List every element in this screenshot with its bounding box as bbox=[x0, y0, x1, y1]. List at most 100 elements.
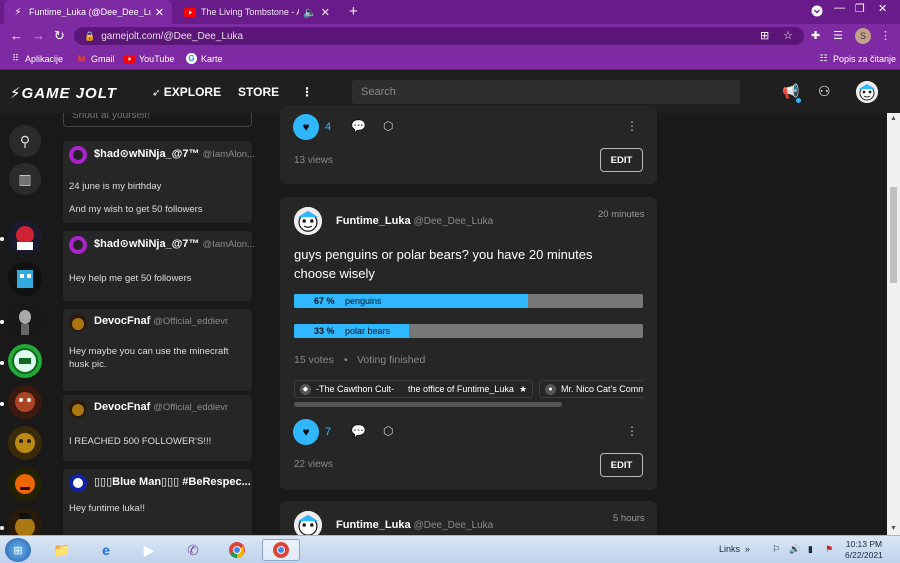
explore-icon: ➶ bbox=[152, 88, 161, 99]
heart-icon: ♥ bbox=[302, 425, 310, 439]
poll-option: 67 % penguins bbox=[294, 294, 643, 308]
bookshelf-icon[interactable]: ▥ bbox=[9, 163, 41, 195]
community-chip[interactable]: ● Mr. Nico Cat's Commu bbox=[539, 380, 643, 398]
back-icon[interactable]: ← bbox=[10, 28, 23, 43]
like-button[interactable]: ♥ bbox=[293, 419, 319, 445]
viber-icon[interactable]: ✆ bbox=[175, 539, 211, 561]
bookmark-star-icon[interactable]: ☆ bbox=[783, 29, 793, 42]
shout-input[interactable]: Shout at yourself! bbox=[63, 113, 252, 127]
volume-icon[interactable]: 🔊 bbox=[789, 544, 800, 555]
scroll-up-icon[interactable]: ▲ bbox=[890, 115, 897, 122]
shout-author[interactable]: DevocFnaf @Official_eddievr bbox=[94, 315, 228, 327]
address-bar[interactable]: 🔒 gamejolt.com/@Dee_Dee_Luka bbox=[74, 27, 804, 45]
more-options-icon[interactable]: ⋮ bbox=[626, 119, 638, 133]
bookmark-gmail[interactable]: M Gmail bbox=[76, 53, 115, 64]
media-player-icon[interactable]: ▶ bbox=[131, 539, 167, 561]
action-center-icon[interactable]: ⚑ bbox=[825, 544, 833, 555]
more-menu-icon[interactable]: ⋮ bbox=[301, 85, 313, 99]
media-control-icon[interactable]: ☰ bbox=[833, 29, 843, 42]
like-button[interactable]: ♥ bbox=[293, 114, 319, 140]
more-options-icon[interactable]: ⋮ bbox=[626, 424, 638, 438]
shout-author[interactable]: ▯▯▯Blue Man▯▯▯ #BeRespec... bbox=[94, 475, 251, 488]
tab-youtube[interactable]: The Living Tombstone - Ani 🔈 ✕ bbox=[176, 0, 338, 24]
community-avatar[interactable] bbox=[8, 220, 42, 254]
avatar[interactable] bbox=[69, 236, 87, 254]
clock[interactable]: 10:13 PM 6/22/2021 bbox=[845, 539, 883, 561]
comment-icon[interactable]: 💬 bbox=[351, 424, 366, 438]
scrollbar-thumb[interactable] bbox=[890, 187, 897, 283]
new-tab-button[interactable]: + bbox=[349, 3, 358, 20]
apps-grid-icon: ⠿ bbox=[12, 53, 19, 63]
speaker-icon[interactable]: 🔈 bbox=[303, 6, 317, 19]
community-avatar[interactable] bbox=[8, 344, 42, 378]
extensions-icon[interactable]: ✚ bbox=[811, 29, 820, 42]
user-avatar[interactable] bbox=[856, 81, 878, 103]
post-time[interactable]: 20 minutes bbox=[598, 209, 644, 220]
internet-explorer-icon[interactable]: e bbox=[88, 539, 124, 561]
search-input[interactable]: Search bbox=[352, 80, 740, 104]
forward-icon[interactable]: → bbox=[32, 28, 45, 43]
unread-dot bbox=[0, 402, 4, 406]
gamejolt-logo[interactable]: ⚡GAME JOLT bbox=[10, 84, 117, 102]
friends-icon[interactable]: ⚇ bbox=[818, 83, 831, 100]
youtube-icon bbox=[124, 53, 135, 64]
tray-expand-icon[interactable]: » bbox=[745, 544, 750, 554]
translate-icon[interactable]: ⊞ bbox=[760, 29, 769, 42]
bookmark-karte[interactable]: G Karte bbox=[186, 53, 223, 64]
community-avatar[interactable] bbox=[8, 426, 42, 460]
community-avatar[interactable] bbox=[8, 467, 42, 501]
start-button[interactable]: ⊞ bbox=[5, 538, 31, 562]
reload-icon[interactable]: ↻ bbox=[54, 28, 65, 44]
explore-link[interactable]: ➶ EXPLORE bbox=[152, 85, 221, 99]
avatar[interactable] bbox=[69, 146, 87, 164]
address-toolbar: ← → ↻ 🔒 gamejolt.com/@Dee_Dee_Luka ⊞ ☆ ✚… bbox=[0, 24, 900, 48]
store-link[interactable]: STORE bbox=[238, 85, 279, 99]
avatar[interactable] bbox=[69, 400, 87, 418]
explorer-icon[interactable]: 📁 bbox=[44, 539, 80, 561]
community-avatar[interactable] bbox=[8, 303, 42, 337]
minimize-icon[interactable]: — bbox=[834, 2, 845, 14]
windows-taskbar: ⊞ 📁 e ▶ ✆ Links » ⚐ 🔊 ▮ ⚑ 10:13 PM 6/22/… bbox=[0, 535, 900, 563]
chrome-icon[interactable] bbox=[219, 539, 255, 561]
chrome-menu-icon[interactable]: ⋮ bbox=[880, 29, 891, 42]
post-author[interactable]: Funtime_Luka @Dee_Dee_Luka bbox=[336, 519, 493, 531]
restore-icon[interactable]: ❐ bbox=[855, 2, 865, 15]
scroll-down-icon[interactable]: ▼ bbox=[890, 525, 897, 532]
comment-icon[interactable]: 💬 bbox=[351, 119, 366, 133]
tab-gamejolt-profile[interactable]: ⚡ Funtime_Luka (@Dee_Dee_Luka) ✕ bbox=[4, 0, 172, 24]
network-icon[interactable]: ▮ bbox=[808, 544, 813, 555]
edit-button[interactable]: EDIT bbox=[600, 148, 643, 172]
shouts-panel: Shout at yourself! $had⊙wNiNja_@7™ @IamAl… bbox=[54, 113, 262, 535]
bookmark-apps[interactable]: ⠿ Aplikacije bbox=[10, 53, 63, 64]
shout-text: Hey maybe you can use the minecraft husk… bbox=[69, 346, 229, 370]
community-avatar[interactable] bbox=[8, 262, 42, 296]
tray-icon[interactable]: ⚐ bbox=[772, 544, 780, 555]
close-icon[interactable]: ✕ bbox=[155, 6, 164, 19]
shout-author[interactable]: $had⊙wNiNja_@7™ @IamAlon... bbox=[94, 147, 255, 160]
bookmark-youtube[interactable]: YouTube bbox=[124, 53, 174, 64]
sticker-icon[interactable]: ⬡ bbox=[383, 424, 393, 438]
links-toolbar[interactable]: Links bbox=[719, 544, 740, 554]
reading-list[interactable]: ☷ Popis za čitanje bbox=[818, 53, 896, 64]
vote-count: 15 votes bbox=[294, 354, 334, 366]
avatar[interactable] bbox=[69, 314, 87, 332]
tab-search-icon[interactable] bbox=[811, 5, 823, 20]
avatar[interactable] bbox=[69, 474, 87, 492]
edit-button[interactable]: EDIT bbox=[600, 453, 643, 477]
close-icon[interactable]: ✕ bbox=[321, 6, 330, 19]
close-window-icon[interactable]: ✕ bbox=[878, 2, 887, 15]
chrome-profile-icon[interactable] bbox=[262, 539, 300, 561]
poll-option: 33 % polar bears bbox=[294, 324, 643, 338]
post-time[interactable]: 5 hours bbox=[613, 513, 645, 524]
post-author[interactable]: Funtime_Luka @Dee_Dee_Luka bbox=[336, 215, 493, 227]
sticker-icon[interactable]: ⬡ bbox=[383, 119, 393, 133]
page-scrollbar[interactable]: ▲ ▼ bbox=[887, 113, 900, 535]
shout-author[interactable]: DevocFnaf @Official_eddievr bbox=[94, 401, 228, 413]
shout-author[interactable]: $had⊙wNiNja_@7™ @IamAlon... bbox=[94, 237, 255, 250]
profile-avatar[interactable]: S bbox=[855, 28, 871, 44]
horizontal-scrollbar[interactable] bbox=[294, 402, 562, 407]
community-avatar[interactable] bbox=[8, 385, 42, 419]
author-avatar[interactable] bbox=[294, 207, 322, 235]
library-icon[interactable]: ⚲ bbox=[9, 125, 41, 157]
community-chip[interactable]: ◆ -The Cawthon Cult- the office of Funti… bbox=[294, 380, 534, 398]
